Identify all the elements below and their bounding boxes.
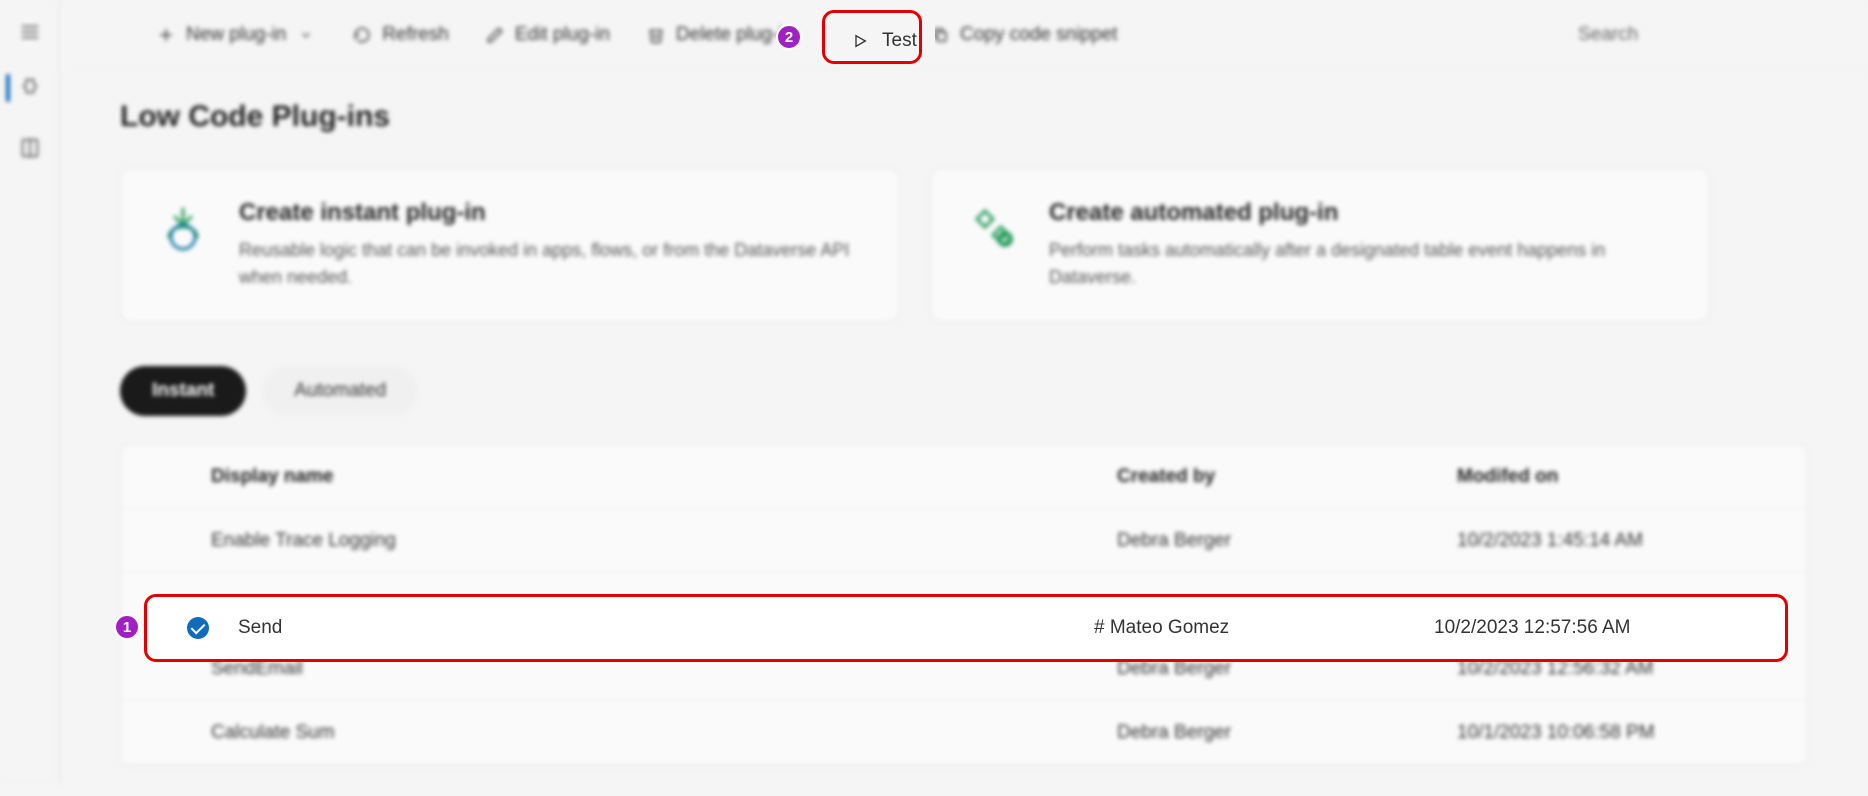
card-instant-title: Create instant plug-in xyxy=(239,199,865,227)
refresh-button[interactable]: Refresh xyxy=(338,14,463,56)
cell-by: Debra Berger xyxy=(1117,530,1457,552)
cell-name: Send xyxy=(238,617,1094,639)
main-content: Low Code Plug-ins Create instant plug-in… xyxy=(60,70,1868,796)
card-instant-desc: Reusable logic that can be invoked in ap… xyxy=(239,237,865,291)
cell-name: SendEmail xyxy=(211,658,1117,680)
rail-item-book[interactable] xyxy=(0,132,59,164)
test-button[interactable]: Test xyxy=(832,20,935,62)
card-instant-plugin[interactable]: Create instant plug-in Reusable logic th… xyxy=(120,168,900,322)
callout-badge-2: 2 xyxy=(776,24,802,50)
rail-item-plugins[interactable] xyxy=(0,72,59,104)
col-created-by: Created by xyxy=(1117,466,1457,488)
refresh-icon xyxy=(352,25,372,45)
cell-name: Calculate Sum xyxy=(211,722,1117,744)
chevron-down-icon xyxy=(296,25,316,45)
toolbar: New plug-in Refresh Edit plug-in Delete … xyxy=(60,0,1868,70)
test-label: Test xyxy=(882,30,917,52)
copy-label: Copy code snippet xyxy=(960,24,1117,46)
search-placeholder: Search xyxy=(1578,24,1638,45)
edit-label: Edit plug-in xyxy=(515,24,610,46)
new-plugin-label: New plug-in xyxy=(186,24,286,46)
check-icon[interactable] xyxy=(187,617,209,639)
callout-badge-1: 1 xyxy=(114,614,140,640)
cell-name: Enable Trace Logging xyxy=(211,530,1117,552)
tab-instant[interactable]: Instant xyxy=(120,366,246,416)
edit-plugin-button[interactable]: Edit plug-in xyxy=(471,14,624,56)
left-rail xyxy=(0,0,60,783)
copy-snippet-button[interactable]: Copy code snippet xyxy=(916,14,1131,56)
page-title: Low Code Plug-ins xyxy=(120,100,1808,134)
cell-on: 10/1/2023 10:06:58 PM xyxy=(1457,722,1797,744)
cell-by: Debra Berger xyxy=(1117,722,1457,744)
card-automated-title: Create automated plug-in xyxy=(1049,199,1675,227)
col-display-name: Display name xyxy=(211,466,1117,488)
pencil-icon xyxy=(485,25,505,45)
card-automated-plugin[interactable]: Create automated plug-in Perform tasks a… xyxy=(930,168,1710,322)
table-row[interactable]: Enable Trace Logging Debra Berger 10/2/2… xyxy=(121,509,1807,573)
refresh-label: Refresh xyxy=(382,24,449,46)
tap-icon xyxy=(155,199,211,255)
tab-automated[interactable]: Automated xyxy=(262,366,418,416)
book-icon xyxy=(18,136,42,160)
cell-on: 10/2/2023 1:45:14 AM xyxy=(1457,530,1797,552)
search-input[interactable]: Search xyxy=(1564,14,1844,56)
hamburger-icon[interactable] xyxy=(18,20,42,44)
trash-icon xyxy=(646,25,666,45)
plus-icon xyxy=(156,25,176,45)
table-row-selected[interactable]: Send # Mateo Gomez 10/2/2023 12:57:56 AM xyxy=(148,596,1784,660)
card-automated-desc: Perform tasks automatically after a desi… xyxy=(1049,237,1675,291)
play-icon xyxy=(850,31,870,51)
table-row[interactable]: Calculate Sum Debra Berger 10/1/2023 10:… xyxy=(121,701,1807,765)
cell-by: # Mateo Gomez xyxy=(1094,617,1434,639)
plug-icon xyxy=(965,199,1021,255)
cell-on: 10/2/2023 12:57:56 AM xyxy=(1434,617,1774,639)
cell-on: 10/2/2023 12:56:32 AM xyxy=(1457,658,1797,680)
col-modified-on: Modifed on xyxy=(1457,466,1797,488)
cell-by: Debra Berger xyxy=(1117,658,1457,680)
new-plugin-button[interactable]: New plug-in xyxy=(142,14,330,56)
plugin-icon xyxy=(18,76,42,100)
